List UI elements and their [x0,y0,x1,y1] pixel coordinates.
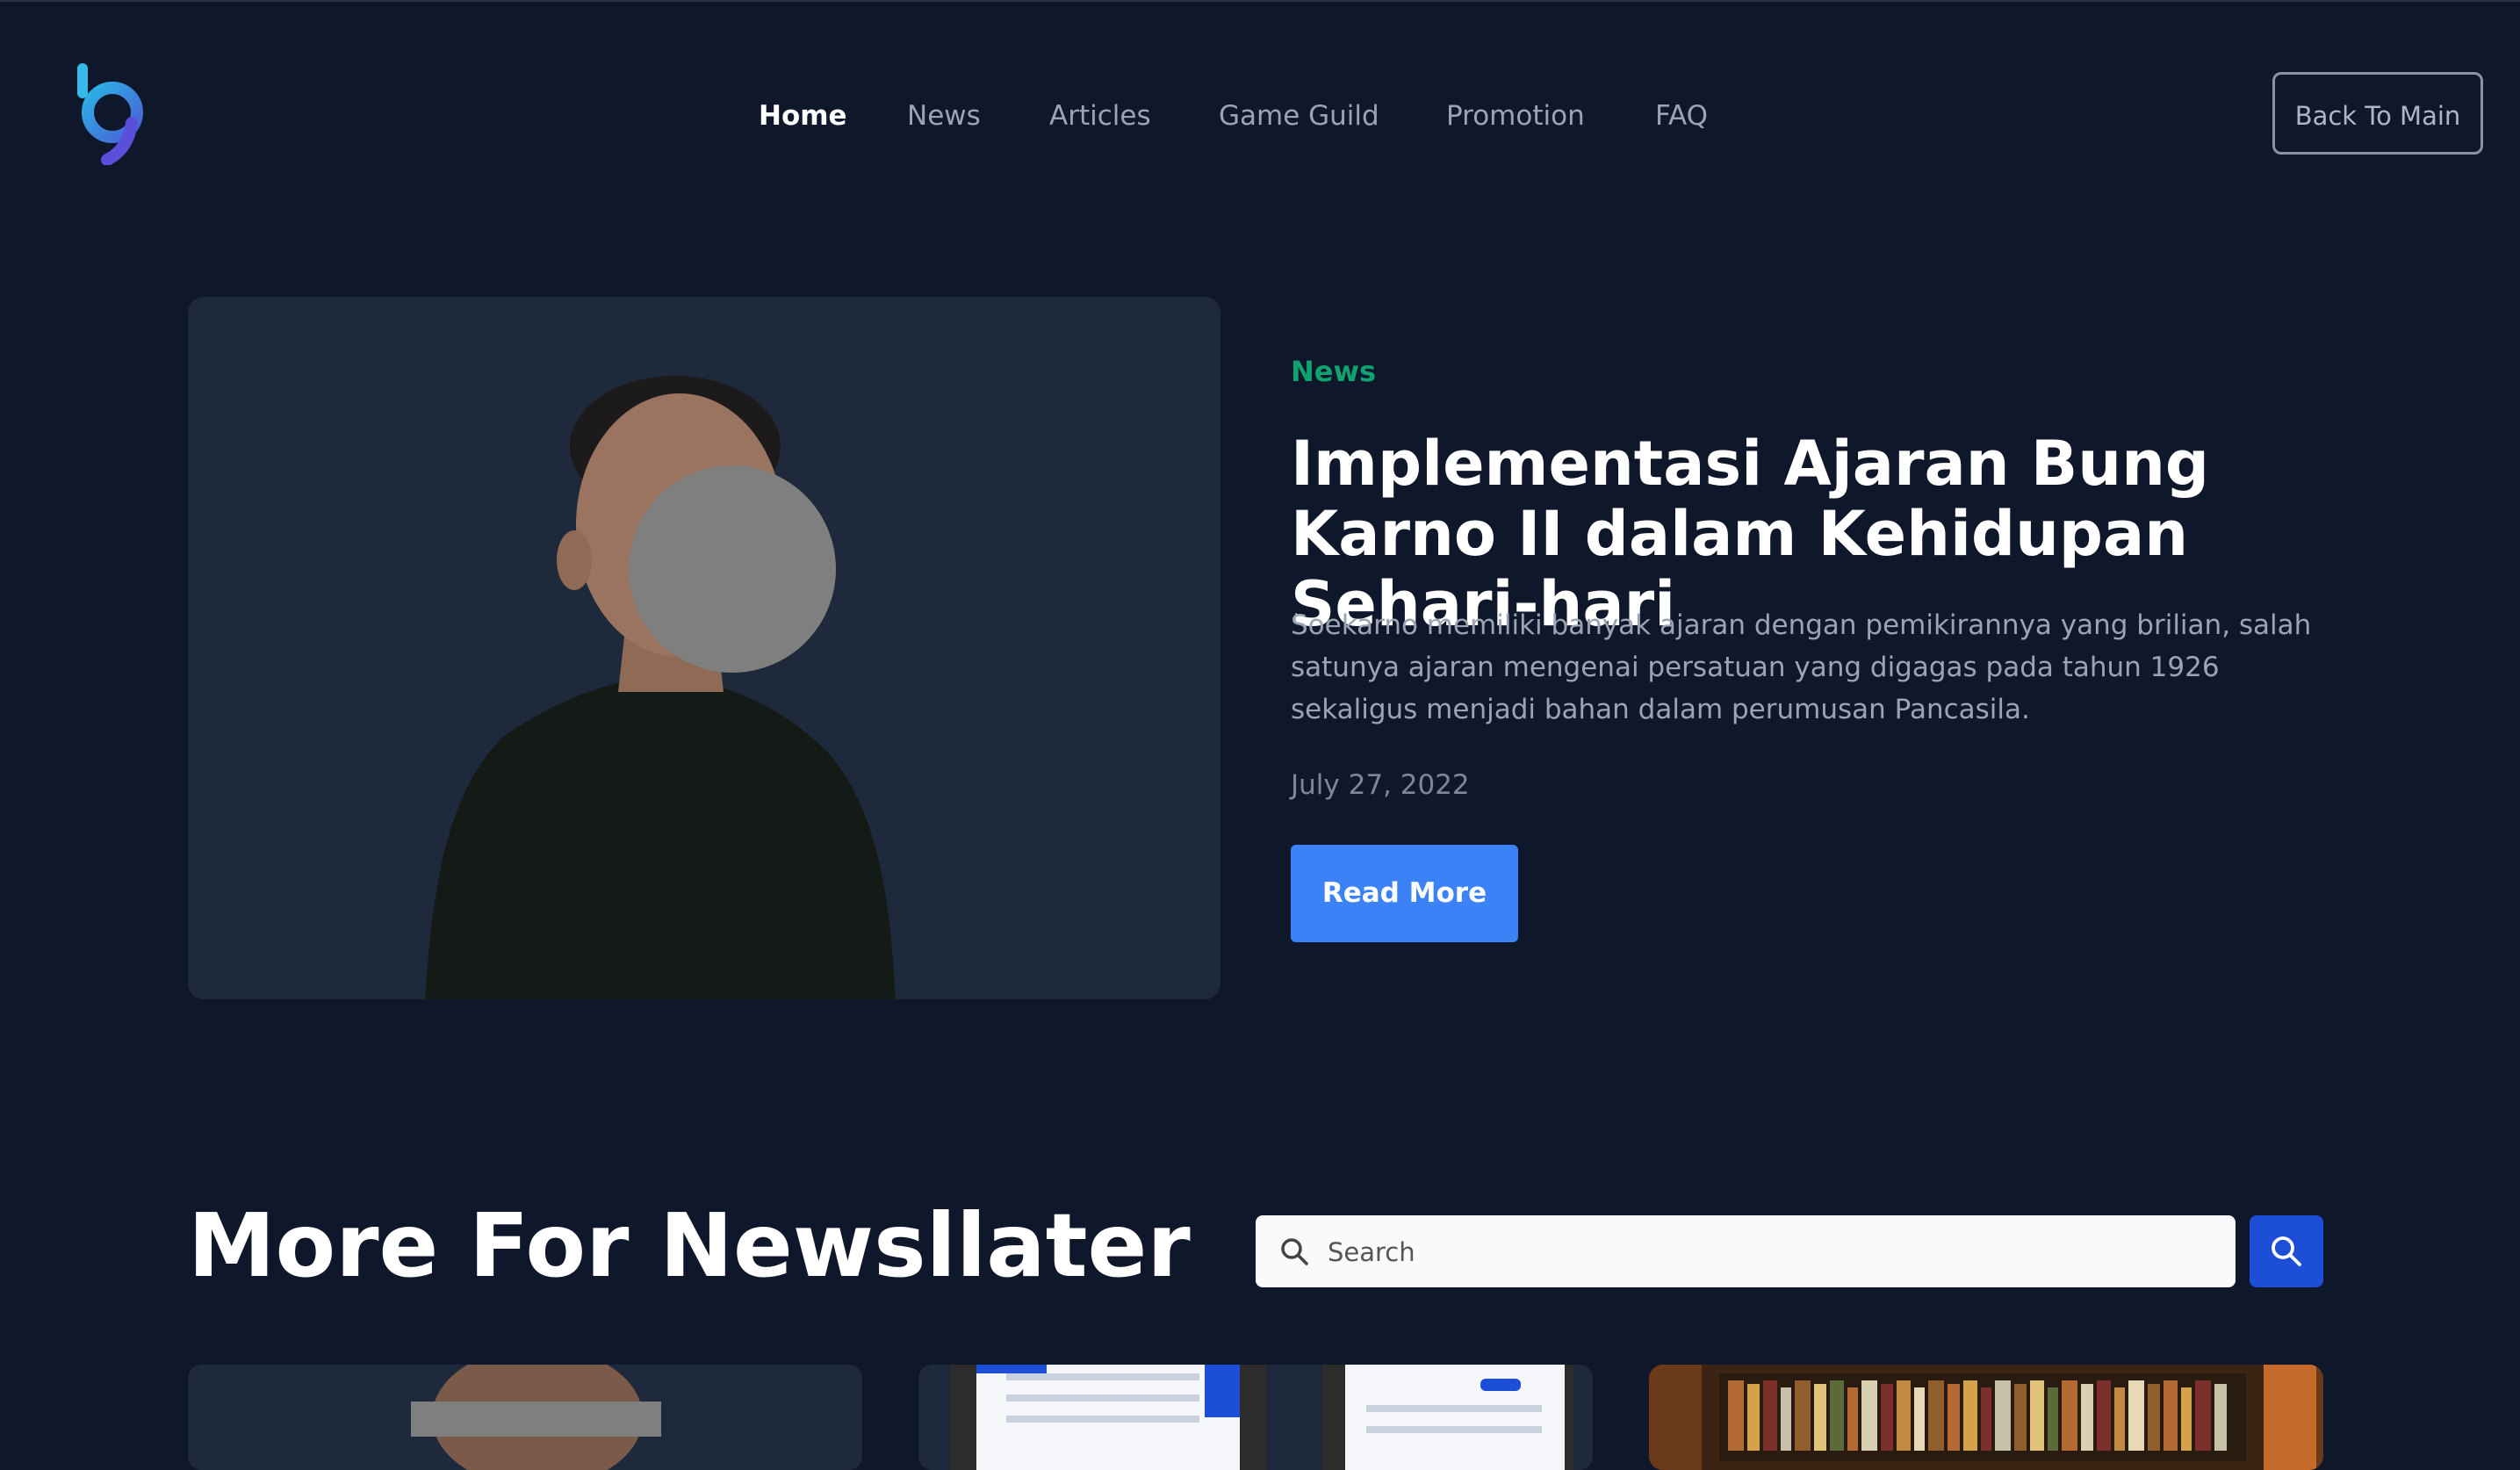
section-title: More For Newsllater [188,1194,1191,1297]
article-card[interactable] [1649,1365,2323,1470]
card-image [188,1365,862,1470]
nav-item-promotion[interactable]: Promotion [1446,91,1585,141]
nav-item-news[interactable]: News [907,91,981,141]
hero-date: July 27, 2022 [1291,769,1470,801]
person-photo [425,376,896,999]
main-nav: Home News Articles Game Guild Promotion … [0,91,2520,141]
search-icon [1281,1238,1308,1265]
search-icon [2272,1236,2301,1266]
read-more-button[interactable]: Read More [1291,845,1518,942]
hero-category-label[interactable]: News [1291,355,1376,388]
search-input[interactable] [1326,1215,2207,1289]
hero-image[interactable] [188,297,1220,999]
card-image [1649,1365,2323,1470]
nav-item-home[interactable]: Home [759,91,847,141]
article-card[interactable] [918,1365,1593,1470]
hero-description: Soekarno memiliki banyak ajaran dengan p… [1291,609,2312,725]
nav-item-faq[interactable]: FAQ [1655,91,1708,141]
back-to-main-button[interactable]: Back To Main [2272,72,2483,155]
search-button[interactable] [2250,1215,2323,1287]
window-top-border [0,0,2520,2]
article-card[interactable] [188,1365,862,1470]
card-image [918,1365,1593,1470]
search-box [1256,1215,2236,1289]
nav-item-game-guild[interactable]: Game Guild [1219,91,1379,141]
nav-item-articles[interactable]: Articles [1049,91,1151,141]
